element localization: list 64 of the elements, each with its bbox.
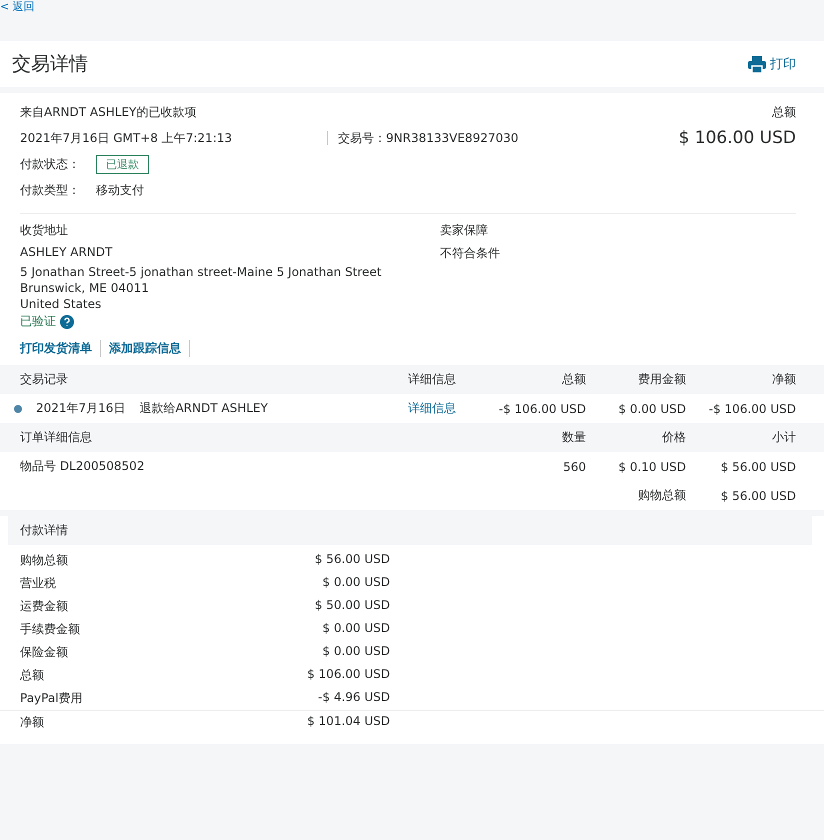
payment-type: 移动支付 bbox=[96, 182, 144, 198]
action-link[interactable]: 添加跟踪信息 bbox=[109, 340, 190, 357]
verified-text: 已验证 bbox=[20, 313, 56, 330]
transaction-date: 2021年7月16日 GMT+8 上午7:21:13 bbox=[20, 130, 232, 146]
seller-protection-value: 不符合条件 bbox=[440, 245, 501, 262]
detail-label: 净额 bbox=[20, 714, 45, 731]
transaction-id-label: 交易号： bbox=[338, 130, 386, 146]
detail-value: -$ 4.96 USD bbox=[317, 690, 390, 706]
activity-date: 2021年7月16日 bbox=[36, 400, 126, 417]
recipient-name: ASHLEY ARNDT bbox=[20, 245, 114, 259]
shipping-label: 收货地址 bbox=[20, 222, 69, 239]
detail-label: PayPal费用 bbox=[20, 690, 84, 707]
column-header: 详细信息 bbox=[408, 371, 457, 388]
detail-value: $ 106.00 USD bbox=[306, 667, 390, 683]
item-name: 物品号 DL200508502 bbox=[19, 458, 146, 475]
detail-label: 营业税 bbox=[20, 575, 57, 592]
help-icon bbox=[60, 314, 74, 328]
payment-type-label: 付款类型： bbox=[20, 182, 81, 198]
page-title: 交易详情 bbox=[12, 52, 88, 77]
column-header: 小计 bbox=[771, 429, 796, 446]
column-header: 数量 bbox=[561, 429, 586, 446]
order-total-label: 购物总额 bbox=[637, 487, 686, 504]
address-line: 5 Jonathan Street-5 jonathan street-Maine 5 Jonathan Street bbox=[20, 265, 382, 279]
table-cell-text: $ 0.10 USD bbox=[617, 458, 686, 476]
transaction-id: 9NR38133VE8927030 bbox=[386, 131, 518, 145]
detail-label: 运费金额 bbox=[20, 598, 69, 615]
back-link[interactable]: < 返回 bbox=[0, 0, 35, 13]
column-header: 净额 bbox=[771, 371, 796, 388]
status-label: 付款状态： bbox=[20, 156, 81, 172]
address-line: United States bbox=[20, 297, 102, 311]
detail-label: 总额 bbox=[20, 667, 45, 684]
detail-value: $ 0.00 USD bbox=[321, 644, 390, 660]
address-line: Brunswick, ME 04011 bbox=[20, 281, 150, 295]
table-cell-text: -$ 106.00 USD bbox=[708, 400, 796, 418]
detail-label: 购物总额 bbox=[20, 552, 69, 569]
detail-value: $ 0.00 USD bbox=[321, 621, 390, 637]
table-cell-text: -$ 106.00 USD bbox=[498, 400, 586, 418]
payment-heading: 来自ARNDT ASHLEY的已收款项 bbox=[20, 104, 196, 120]
total-amount: $ 106.00 USD bbox=[678, 128, 796, 148]
detail-value: $ 0.00 USD bbox=[321, 575, 390, 591]
table-cell-text: $ 0.00 USD bbox=[617, 400, 686, 418]
column-header: 总额 bbox=[561, 371, 586, 388]
status-dot-icon bbox=[14, 404, 22, 412]
action-link[interactable]: 打印发货清单 bbox=[20, 340, 101, 357]
printer-icon bbox=[748, 56, 766, 72]
column-header: 价格 bbox=[661, 429, 686, 446]
seller-protection-label: 卖家保障 bbox=[440, 222, 489, 239]
print-button[interactable]: 打印 bbox=[748, 55, 796, 73]
total-label: 总额 bbox=[772, 104, 796, 120]
status-badge: 已退款 bbox=[96, 154, 149, 174]
table-cell-text: 560 bbox=[562, 458, 586, 476]
activity-description: 退款给ARNDT ASHLEY bbox=[139, 400, 268, 417]
column-header: 订单详细信息 bbox=[19, 429, 93, 446]
column-header: 费用金额 bbox=[637, 371, 686, 388]
column-header: 交易记录 bbox=[19, 371, 69, 388]
detail-label: 保险金额 bbox=[20, 644, 69, 661]
detail-value: $ 56.00 USD bbox=[314, 552, 390, 568]
detail-value: $ 101.04 USD bbox=[306, 714, 390, 730]
order-total-value: $ 56.00 USD bbox=[720, 488, 796, 504]
detail-label: 手续费金额 bbox=[20, 621, 81, 638]
detail-value: $ 50.00 USD bbox=[314, 598, 390, 614]
section-title: 付款详情 bbox=[20, 523, 68, 537]
details-link[interactable]: 详细信息 bbox=[408, 400, 486, 417]
table-cell-text: $ 56.00 USD bbox=[720, 458, 796, 476]
